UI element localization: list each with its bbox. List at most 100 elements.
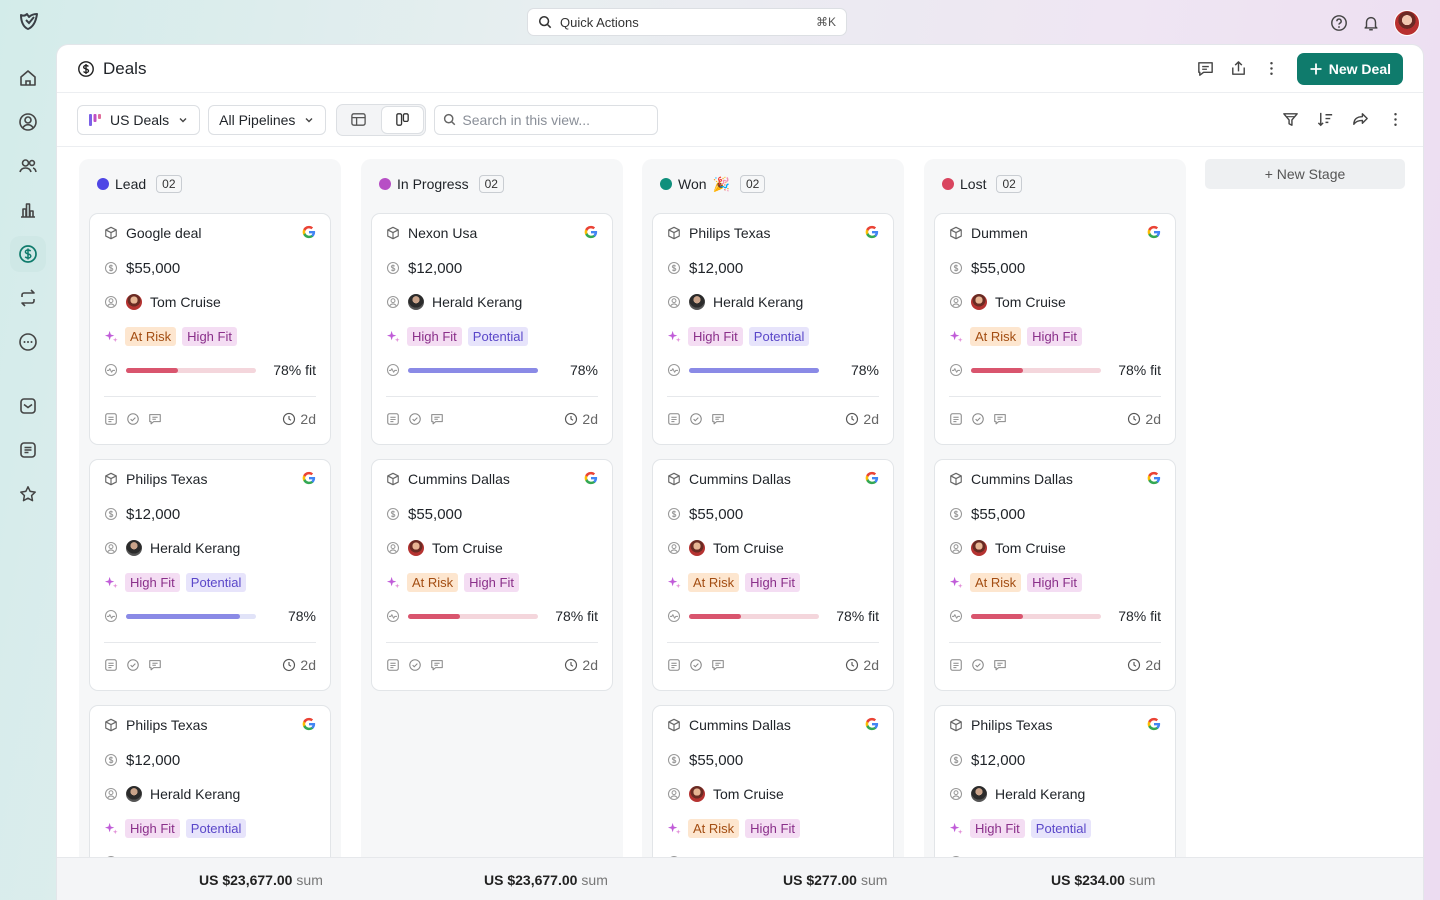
- task-check-icon[interactable]: [689, 658, 703, 672]
- deal-card[interactable]: Philips Texas $12,000 Herald Kerang High Fi…: [89, 705, 331, 859]
- deal-title[interactable]: Philips Texas: [689, 225, 770, 241]
- stage-header[interactable]: Lost 02: [934, 169, 1176, 199]
- share-forward-icon[interactable]: [1351, 110, 1370, 129]
- deal-card[interactable]: Dummen $55,000 Tom Cruise At Risk High Fit 78…: [934, 213, 1176, 445]
- tag-pot[interactable]: Potential: [467, 326, 529, 346]
- user-avatar[interactable]: [1394, 10, 1420, 36]
- pipeline-dropdown[interactable]: All Pipelines: [208, 104, 327, 135]
- comment-icon[interactable]: [993, 412, 1007, 426]
- table-view-button[interactable]: [337, 105, 380, 135]
- deal-owner[interactable]: Herald Kerang: [713, 294, 803, 310]
- app-logo-icon[interactable]: [17, 9, 41, 33]
- deal-owner[interactable]: Tom Cruise: [150, 294, 221, 310]
- note-icon[interactable]: [104, 658, 118, 672]
- more-vertical-icon[interactable]: [1262, 59, 1281, 78]
- deal-owner[interactable]: Herald Kerang: [150, 786, 240, 802]
- deal-title[interactable]: Philips Texas: [126, 717, 207, 733]
- stage-header[interactable]: Lead 02: [89, 169, 331, 199]
- search-input[interactable]: [462, 111, 643, 128]
- deal-title[interactable]: Google deal: [126, 225, 202, 241]
- comment-icon[interactable]: [1196, 59, 1215, 78]
- tag-risk[interactable]: At Risk: [970, 326, 1022, 346]
- task-check-icon[interactable]: [689, 412, 703, 426]
- new-deal-button[interactable]: New Deal: [1296, 52, 1403, 85]
- task-check-icon[interactable]: [971, 412, 985, 426]
- tag-pot[interactable]: Potential: [1030, 818, 1092, 838]
- deal-title[interactable]: Cummins Dallas: [408, 471, 510, 487]
- notification-bell-icon[interactable]: [1362, 14, 1380, 32]
- deal-owner[interactable]: Tom Cruise: [432, 540, 503, 556]
- tag-high[interactable]: High Fit: [688, 326, 743, 346]
- deal-card[interactable]: Google deal $55,000 Tom Cruise At Risk High …: [89, 213, 331, 445]
- tag-risk[interactable]: At Risk: [407, 572, 459, 592]
- deal-title[interactable]: Dummen: [971, 225, 1028, 241]
- tag-risk[interactable]: At Risk: [125, 326, 177, 346]
- deal-card[interactable]: Cummins Dallas $55,000 Tom Cruise At Risk Hi…: [652, 705, 894, 859]
- nav-home[interactable]: [10, 60, 46, 96]
- tag-risk[interactable]: At Risk: [688, 818, 740, 838]
- deal-title[interactable]: Cummins Dallas: [971, 471, 1073, 487]
- tag-high[interactable]: High Fit: [125, 572, 180, 592]
- deal-title[interactable]: Cummins Dallas: [689, 717, 791, 733]
- note-icon[interactable]: [667, 412, 681, 426]
- task-check-icon[interactable]: [408, 412, 422, 426]
- view-dropdown[interactable]: US Deals: [77, 104, 201, 135]
- tag-high[interactable]: High Fit: [1027, 326, 1082, 346]
- note-icon[interactable]: [949, 658, 963, 672]
- deal-card[interactable]: Philips Texas $12,000 Herald Kerang High Fi…: [652, 213, 894, 445]
- deal-card[interactable]: Cummins Dallas $55,000 Tom Cruise At Risk Hi…: [371, 459, 613, 691]
- more-vertical-icon[interactable]: [1386, 110, 1405, 129]
- new-stage-button[interactable]: + New Stage: [1205, 159, 1405, 189]
- note-icon[interactable]: [949, 412, 963, 426]
- nav-notes[interactable]: [10, 432, 46, 468]
- comment-icon[interactable]: [993, 658, 1007, 672]
- tag-high[interactable]: High Fit: [1027, 572, 1082, 592]
- note-icon[interactable]: [386, 412, 400, 426]
- tag-pot[interactable]: Potential: [185, 818, 247, 838]
- comment-icon[interactable]: [430, 658, 444, 672]
- nav-deals[interactable]: [10, 236, 46, 272]
- comment-icon[interactable]: [148, 412, 162, 426]
- filter-icon[interactable]: [1281, 110, 1300, 129]
- deal-title[interactable]: Philips Texas: [971, 717, 1052, 733]
- task-check-icon[interactable]: [126, 658, 140, 672]
- comment-icon[interactable]: [148, 658, 162, 672]
- nav-more[interactable]: [10, 324, 46, 360]
- tag-high[interactable]: High Fit: [970, 818, 1025, 838]
- board-view-button[interactable]: [381, 105, 425, 134]
- deal-title[interactable]: Philips Texas: [126, 471, 207, 487]
- deal-card[interactable]: Cummins Dallas $55,000 Tom Cruise At Risk Hi…: [934, 459, 1176, 691]
- tag-high[interactable]: High Fit: [407, 326, 462, 346]
- nav-reports[interactable]: [10, 192, 46, 228]
- note-icon[interactable]: [386, 658, 400, 672]
- task-check-icon[interactable]: [126, 412, 140, 426]
- nav-contacts[interactable]: [10, 104, 46, 140]
- deal-title[interactable]: Cummins Dallas: [689, 471, 791, 487]
- tag-high[interactable]: High Fit: [745, 818, 800, 838]
- comment-icon[interactable]: [430, 412, 444, 426]
- tag-pot[interactable]: Potential: [185, 572, 247, 592]
- tag-high[interactable]: High Fit: [182, 326, 237, 346]
- comment-icon[interactable]: [711, 658, 725, 672]
- tag-pot[interactable]: Potential: [748, 326, 810, 346]
- tag-high[interactable]: High Fit: [125, 818, 180, 838]
- help-icon[interactable]: [1330, 14, 1348, 32]
- note-icon[interactable]: [667, 658, 681, 672]
- deal-card[interactable]: Philips Texas $12,000 Herald Kerang High Fi…: [89, 459, 331, 691]
- comment-icon[interactable]: [711, 412, 725, 426]
- deal-owner[interactable]: Tom Cruise: [713, 540, 784, 556]
- tag-high[interactable]: High Fit: [745, 572, 800, 592]
- tag-risk[interactable]: At Risk: [688, 572, 740, 592]
- nav-inbox[interactable]: [10, 388, 46, 424]
- deal-owner[interactable]: Herald Kerang: [150, 540, 240, 556]
- sort-icon[interactable]: [1316, 110, 1335, 129]
- task-check-icon[interactable]: [971, 658, 985, 672]
- deal-owner[interactable]: Tom Cruise: [995, 540, 1066, 556]
- task-check-icon[interactable]: [408, 658, 422, 672]
- tag-risk[interactable]: At Risk: [970, 572, 1022, 592]
- deal-card[interactable]: Nexon Usa $12,000 Herald Kerang High Fit Pot…: [371, 213, 613, 445]
- deal-owner[interactable]: Herald Kerang: [995, 786, 1085, 802]
- nav-favorites[interactable]: [10, 476, 46, 512]
- quick-actions-bar[interactable]: Quick Actions ⌘K: [527, 8, 847, 36]
- stage-header[interactable]: In Progress 02: [371, 169, 613, 199]
